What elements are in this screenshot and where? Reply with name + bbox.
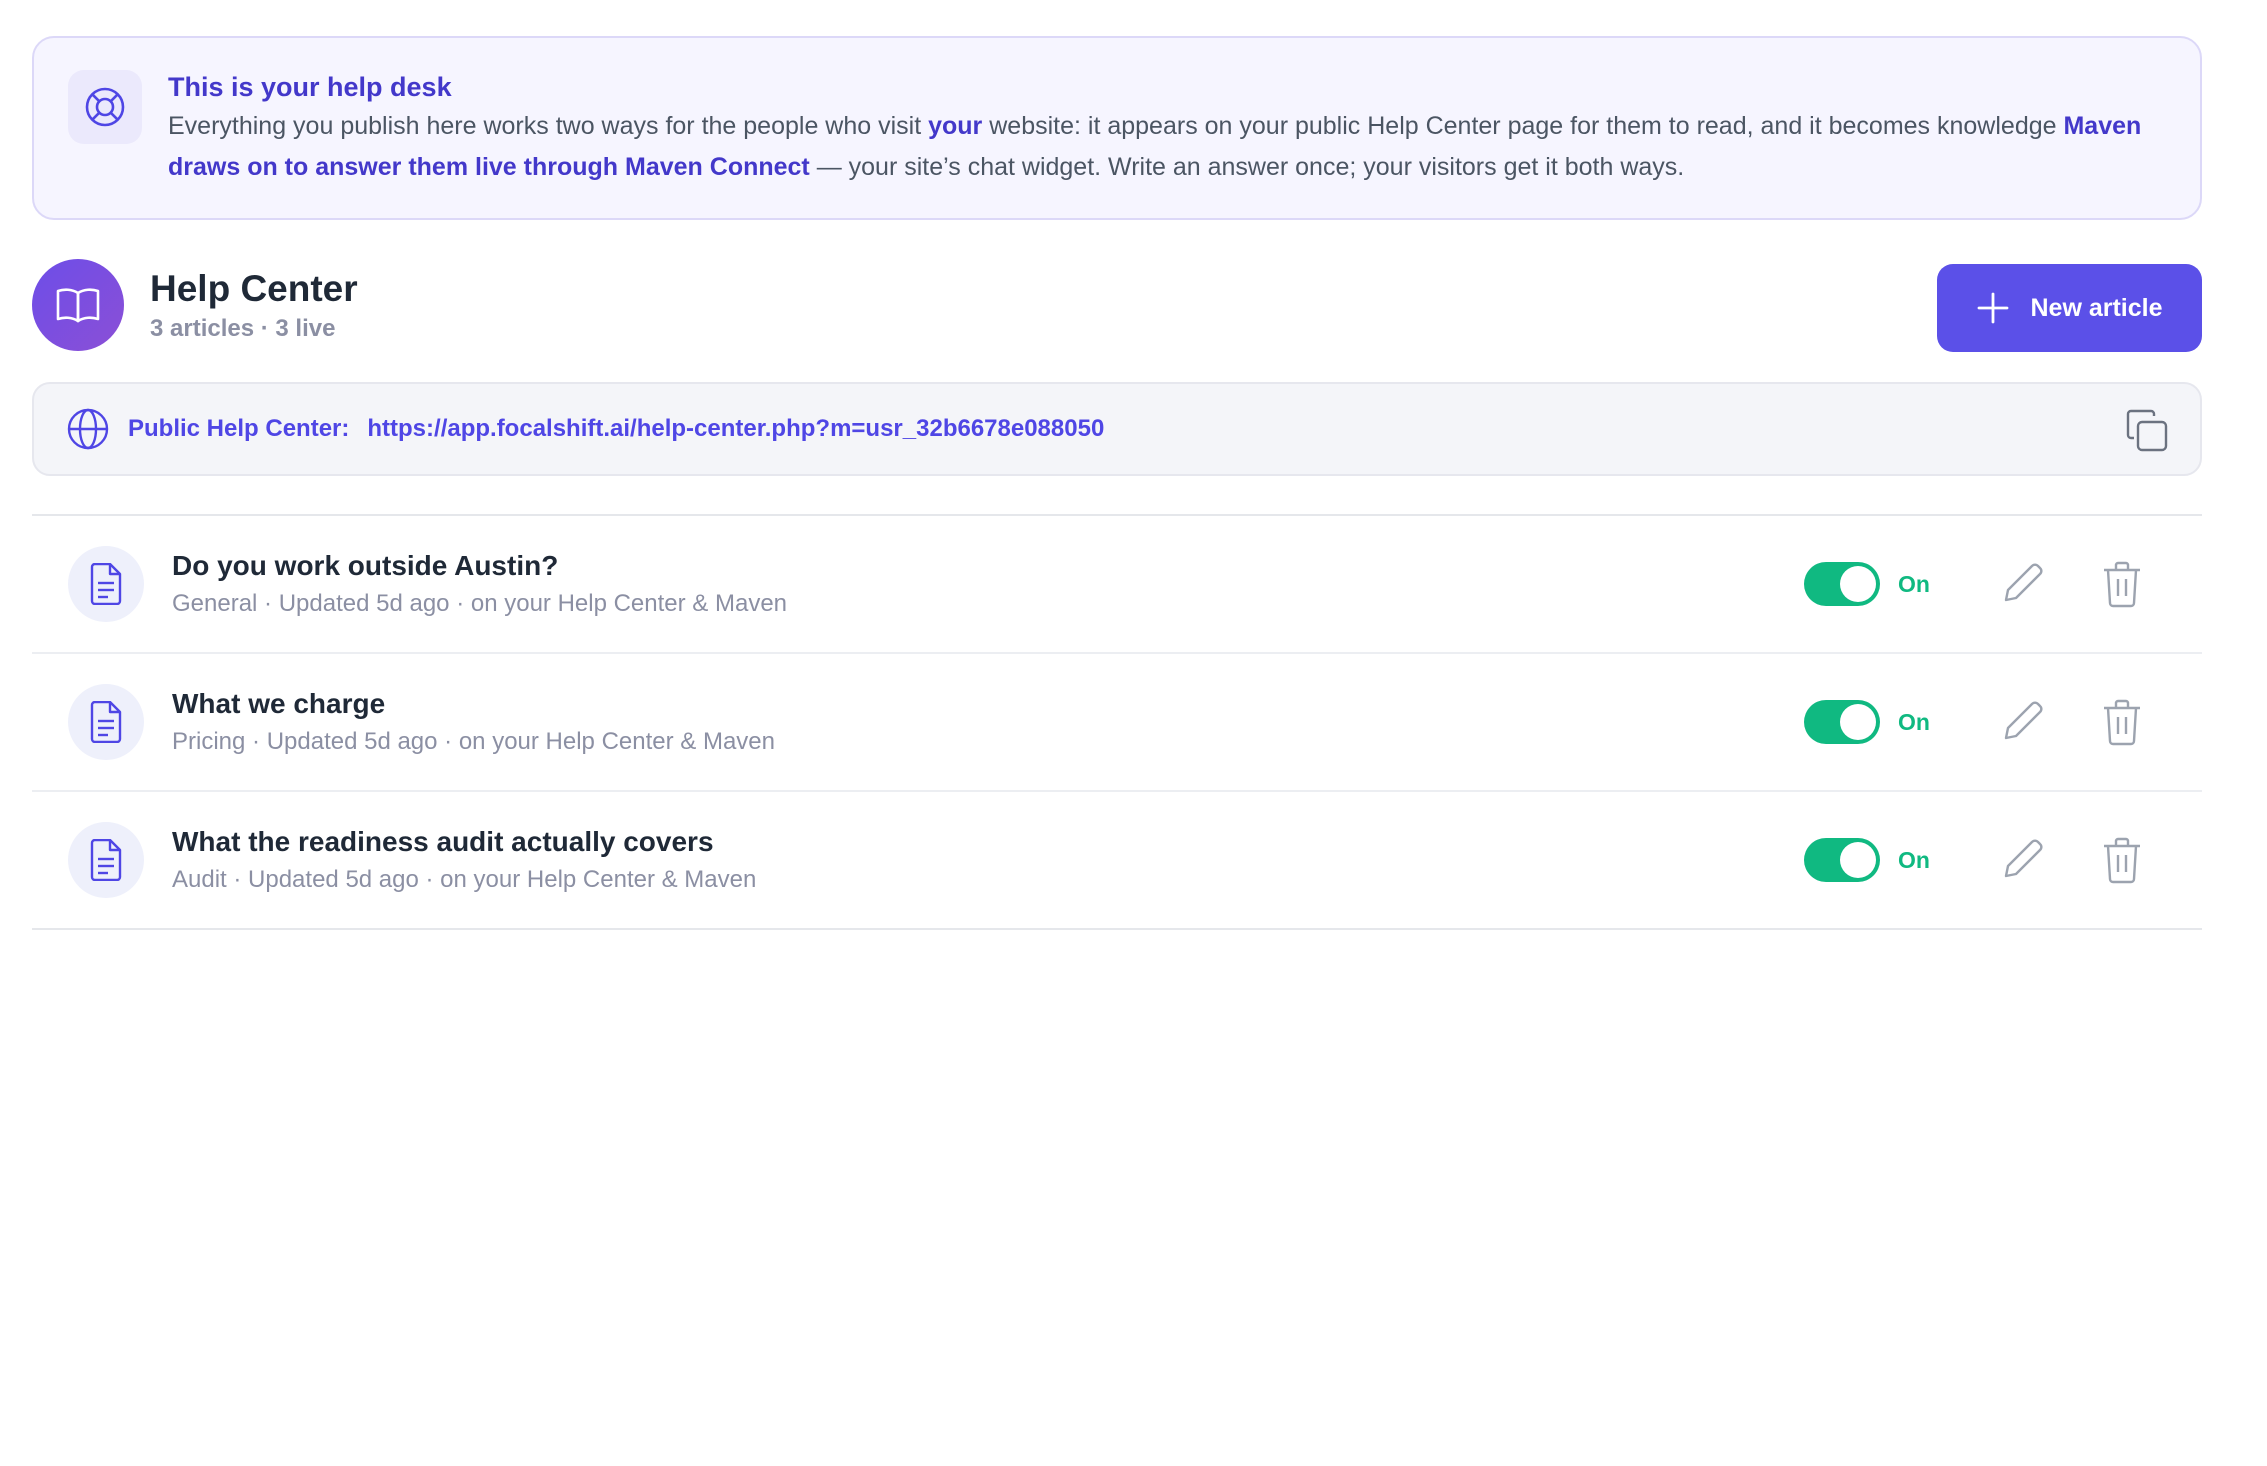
plus-icon [1976,291,2010,325]
toggle-status: On [1898,570,1930,597]
article-title: What the readiness audit actually covers [172,826,714,857]
document-icon [68,822,144,898]
delete-button[interactable] [2092,692,2152,752]
globe-icon [66,407,110,451]
edit-button[interactable] [1992,554,2052,614]
table-row[interactable]: What we charge Pricing · Updated 5d ago … [32,654,2202,792]
public-url-link[interactable]: https://app.focalshift.ai/help-center.ph… [367,415,1104,443]
trash-icon [2104,837,2140,884]
lifebuoy-icon [68,70,142,144]
table-row[interactable]: Do you work outside Austin? General · Up… [32,516,2202,654]
trash-icon [2104,699,2140,746]
book-icon [32,259,124,351]
article-list: Do you work outside Austin? General · Up… [32,514,2202,930]
article-meta: General · Updated 5d ago · on your Help … [172,590,788,617]
table-row[interactable]: What the readiness audit actually covers… [32,792,2202,930]
pencil-icon [2004,701,2043,740]
banner-title: This is your help desk [168,72,452,102]
pencil-icon [2004,839,2043,878]
publish-toggle[interactable] [1804,838,1880,882]
help-desk-page: This is your help desk Everything you pu… [32,36,2202,930]
delete-button[interactable] [2092,830,2152,890]
copy-icon[interactable] [2124,408,2170,454]
article-title: What we charge [172,688,386,719]
public-url-label: Public Help Center: [128,415,350,442]
delete-button[interactable] [2092,554,2152,614]
help-desk-banner: This is your help desk Everything you pu… [32,36,2202,220]
toggle-status: On [1898,846,1930,873]
publish-toggle[interactable] [1804,700,1880,744]
new-article-button[interactable]: New article [1937,264,2202,352]
edit-button[interactable] [1992,830,2052,890]
public-url-bar: Public Help Center: https://app.focalshi… [32,382,2202,476]
article-meta: Pricing · Updated 5d ago · on your Help … [172,728,775,755]
trash-icon [2104,561,2140,608]
pencil-icon [2004,563,2043,602]
article-title: Do you work outside Austin? [172,550,559,581]
article-count: 3 articles · 3 live [150,315,336,342]
banner-body: Everything you publish here works two wa… [168,112,2142,181]
toggle-status: On [1898,708,1930,735]
page-header: Help Center 3 articles · 3 live New arti… [32,240,2202,370]
page-title: Help Center [150,268,358,309]
publish-toggle[interactable] [1804,562,1880,606]
edit-button[interactable] [1992,692,2052,752]
new-article-label: New article [2030,293,2163,322]
document-icon [68,684,144,760]
document-icon [68,546,144,622]
article-meta: Audit · Updated 5d ago · on your Help Ce… [172,866,757,893]
